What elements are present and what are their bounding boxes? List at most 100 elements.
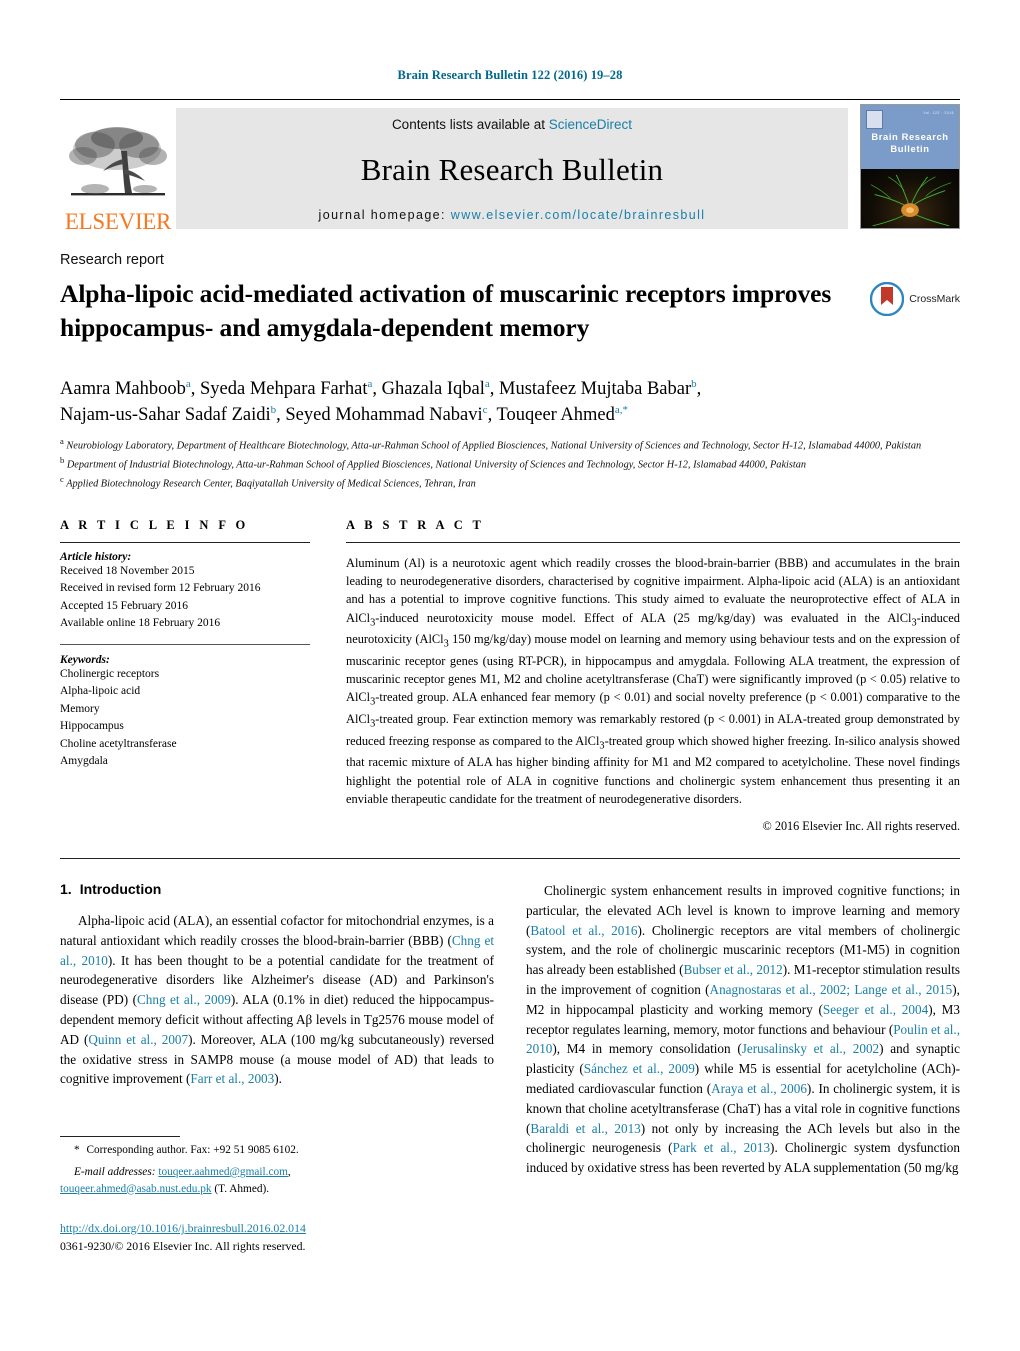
body-column-right: Cholinergic system enhancement results i… xyxy=(526,881,960,1178)
affiliation-item: a Neurobiology Laboratory, Department of… xyxy=(60,435,960,454)
corresponding-author-text: Corresponding author. Fax: +92 51 9085 6… xyxy=(86,1144,299,1156)
footnote-divider xyxy=(60,1136,180,1137)
elsevier-wordmark: ELSEVIER xyxy=(64,209,172,234)
journal-homepage-link[interactable]: www.elsevier.com/locate/brainresbull xyxy=(451,208,706,222)
citation-link[interactable]: Seeger et al., 2004 xyxy=(823,1002,928,1017)
neuron-illustration-icon xyxy=(870,174,952,227)
crossmark-label: CrossMark xyxy=(909,293,960,305)
citation-link[interactable]: Bubser et al., 2012 xyxy=(683,962,782,977)
abstract-text: Aluminum (Al) is a neurotoxic agent whic… xyxy=(346,556,961,806)
citation-link[interactable]: Jerusalinsky et al., 2002 xyxy=(742,1041,879,1056)
keywords-label: Keywords: xyxy=(60,653,110,666)
journal-title: Brain Research Bulletin xyxy=(360,152,664,187)
author-name: Touqeer Ahmed xyxy=(496,405,615,426)
intro-paragraph-right: Cholinergic system enhancement results i… xyxy=(526,883,961,1176)
email-suffix: (T. Ahmed). xyxy=(214,1182,270,1195)
citation-link[interactable]: Anagnostaras et al., 2002; Lange et al.,… xyxy=(710,982,953,997)
page-title: Alpha-lipoic acid-mediated activation of… xyxy=(60,279,832,342)
crossmark-badge[interactable]: CrossMark xyxy=(870,282,960,316)
journal-homepage-line: journal homepage: www.elsevier.com/locat… xyxy=(319,208,706,222)
divider xyxy=(346,542,960,543)
paper-page: Brain Research Bulletin 122 (2016) 19–28 xyxy=(0,0,1020,1351)
affiliation-marker: a xyxy=(60,436,64,447)
journal-banner: Contents lists available at ScienceDirec… xyxy=(176,108,848,229)
crossmark-icon xyxy=(870,282,905,316)
author-separator: , xyxy=(190,378,201,399)
homepage-prefix: journal homepage: xyxy=(318,208,451,222)
body-column-left: 1. Introduction Alpha-lipoic acid (ALA), … xyxy=(60,881,494,1178)
author-item: Seyed Mohammad Nabavic, xyxy=(285,404,496,426)
author-separator: , xyxy=(696,378,702,399)
history-item: Received in revised form 12 February 201… xyxy=(60,582,261,595)
email-separator: , xyxy=(287,1165,291,1178)
affiliation-text: Department of Industrial Biotechnology, … xyxy=(66,459,807,471)
abstract-body: Aluminum (Al) is a neurotoxic agent whic… xyxy=(346,554,960,808)
citation-link[interactable]: Baraldi et al., 2013 xyxy=(530,1121,640,1136)
keyword-item: Amygdala xyxy=(60,755,108,768)
author-name: Najam-us-Sahar Sadaf Zaidi xyxy=(60,405,271,426)
footnote-area: * Corresponding author. Fax: +92 51 9085… xyxy=(60,1136,490,1255)
citation-link[interactable]: Quinn et al., 2007 xyxy=(88,1032,188,1047)
title-row: Alpha-lipoic acid-mediated activation of… xyxy=(60,268,960,362)
running-head: Brain Research Bulletin 122 (2016) 19–28 xyxy=(397,68,623,82)
divider xyxy=(60,858,960,860)
author-separator: , xyxy=(489,378,499,399)
author-item: Mustafeez Mujtaba Babarb, xyxy=(499,378,702,399)
sciencedirect-link[interactable]: ScienceDirect xyxy=(549,117,632,132)
citation-link[interactable]: Sánchez et al., 2009 xyxy=(584,1061,695,1076)
cover-volume-text: Vol. 122 · 2016 xyxy=(923,111,954,115)
email-link-2[interactable]: touqeer.ahmed@asab.nust.edu.pk xyxy=(60,1183,212,1195)
contents-prefix: Contents lists available at xyxy=(391,117,549,132)
email-note: E-mail addresses: touqeer.aahmed@gmail.c… xyxy=(60,1164,490,1198)
affiliation-marker: b xyxy=(60,455,65,466)
elsevier-tree-icon xyxy=(69,127,167,196)
author-name: Syeda Mehpara Farhat xyxy=(200,378,368,399)
citation-link[interactable]: Chng et al., 2009 xyxy=(137,992,231,1007)
journal-cover-thumbnail[interactable]: Vol. 122 · 2016 Brain Research Bulletin xyxy=(860,104,960,229)
affiliation-item: b Department of Industrial Biotechnology… xyxy=(60,454,960,473)
copyright-line: © 2016 Elsevier Inc. All rights reserved… xyxy=(762,819,960,834)
affiliation-text: Applied Biotechnology Research Center, B… xyxy=(66,478,476,490)
author-separator: , xyxy=(276,405,286,426)
elsevier-logo: ELSEVIER xyxy=(60,100,176,235)
history-item: Accepted 15 February 2016 xyxy=(60,599,189,612)
citation-link[interactable]: Batool et al., 2016 xyxy=(530,923,637,938)
author-item: Najam-us-Sahar Sadaf Zaidib, xyxy=(60,404,286,426)
citation-link[interactable]: Farr et al., 2003 xyxy=(190,1071,274,1086)
keyword-item: Alpha-lipoic acid xyxy=(60,685,141,698)
author-item: Touqeer Ahmeda,* xyxy=(496,404,629,426)
author-name: Ghazala Iqbal xyxy=(381,378,485,399)
email-link-1[interactable]: touqeer.aahmed@gmail.com xyxy=(158,1166,288,1178)
citation-link[interactable]: Chng et al., 2010 xyxy=(60,933,494,968)
divider xyxy=(60,643,310,645)
journal-masthead: ELSEVIER Contents lists available at Sci… xyxy=(60,99,960,235)
article-type: Research report xyxy=(60,252,164,268)
email-label: E-mail addresses: xyxy=(74,1165,156,1178)
divider xyxy=(60,542,310,543)
cover-journal-title: Brain Research Bulletin xyxy=(871,131,949,154)
abstract-heading: A B S T R A C T xyxy=(346,518,485,532)
doi-block: http://dx.doi.org/10.1016/j.brainresbull… xyxy=(60,1219,490,1255)
history-item: Available online 18 February 2016 xyxy=(60,617,221,630)
citation-link[interactable]: Araya et al., 2006 xyxy=(711,1081,807,1096)
section-title: Introduction xyxy=(79,881,162,898)
doi-link[interactable]: http://dx.doi.org/10.1016/j.brainresbull… xyxy=(60,1221,306,1235)
author-name: Seyed Mohammad Nabavi xyxy=(285,405,483,426)
article-info-column: A R T I C L E I N F O Article history: R… xyxy=(60,518,310,834)
abstract-column: A B S T R A C T Aluminum (Al) is a neuro… xyxy=(346,518,960,834)
keyword-item: Memory xyxy=(60,702,100,715)
history-item: Received 18 November 2015 xyxy=(60,565,195,577)
author-item: Syeda Mehpara Farhata, xyxy=(200,378,382,399)
author-affil-marker: a, xyxy=(614,404,623,416)
article-info-heading: A R T I C L E I N F O xyxy=(60,518,249,532)
keywords-block: Keywords: Cholinergic receptors Alpha-li… xyxy=(60,654,310,771)
article-history-label: Article history: xyxy=(60,551,132,563)
keyword-item: Hippocampus xyxy=(60,720,124,733)
citation-link[interactable]: Park et al., 2013 xyxy=(673,1140,771,1155)
cover-top-panel: Vol. 122 · 2016 Brain Research Bulletin xyxy=(861,105,959,169)
author-name: Mustafeez Mujtaba Babar xyxy=(499,378,692,399)
corresponding-author-marker: * xyxy=(622,404,629,416)
affiliation-item: c Applied Biotechnology Research Center,… xyxy=(60,473,960,492)
section-heading-introduction: 1. Introduction xyxy=(60,881,494,897)
author-list: Aamra Mahbooba, Syeda Mehpara Farhata, G… xyxy=(60,376,960,429)
